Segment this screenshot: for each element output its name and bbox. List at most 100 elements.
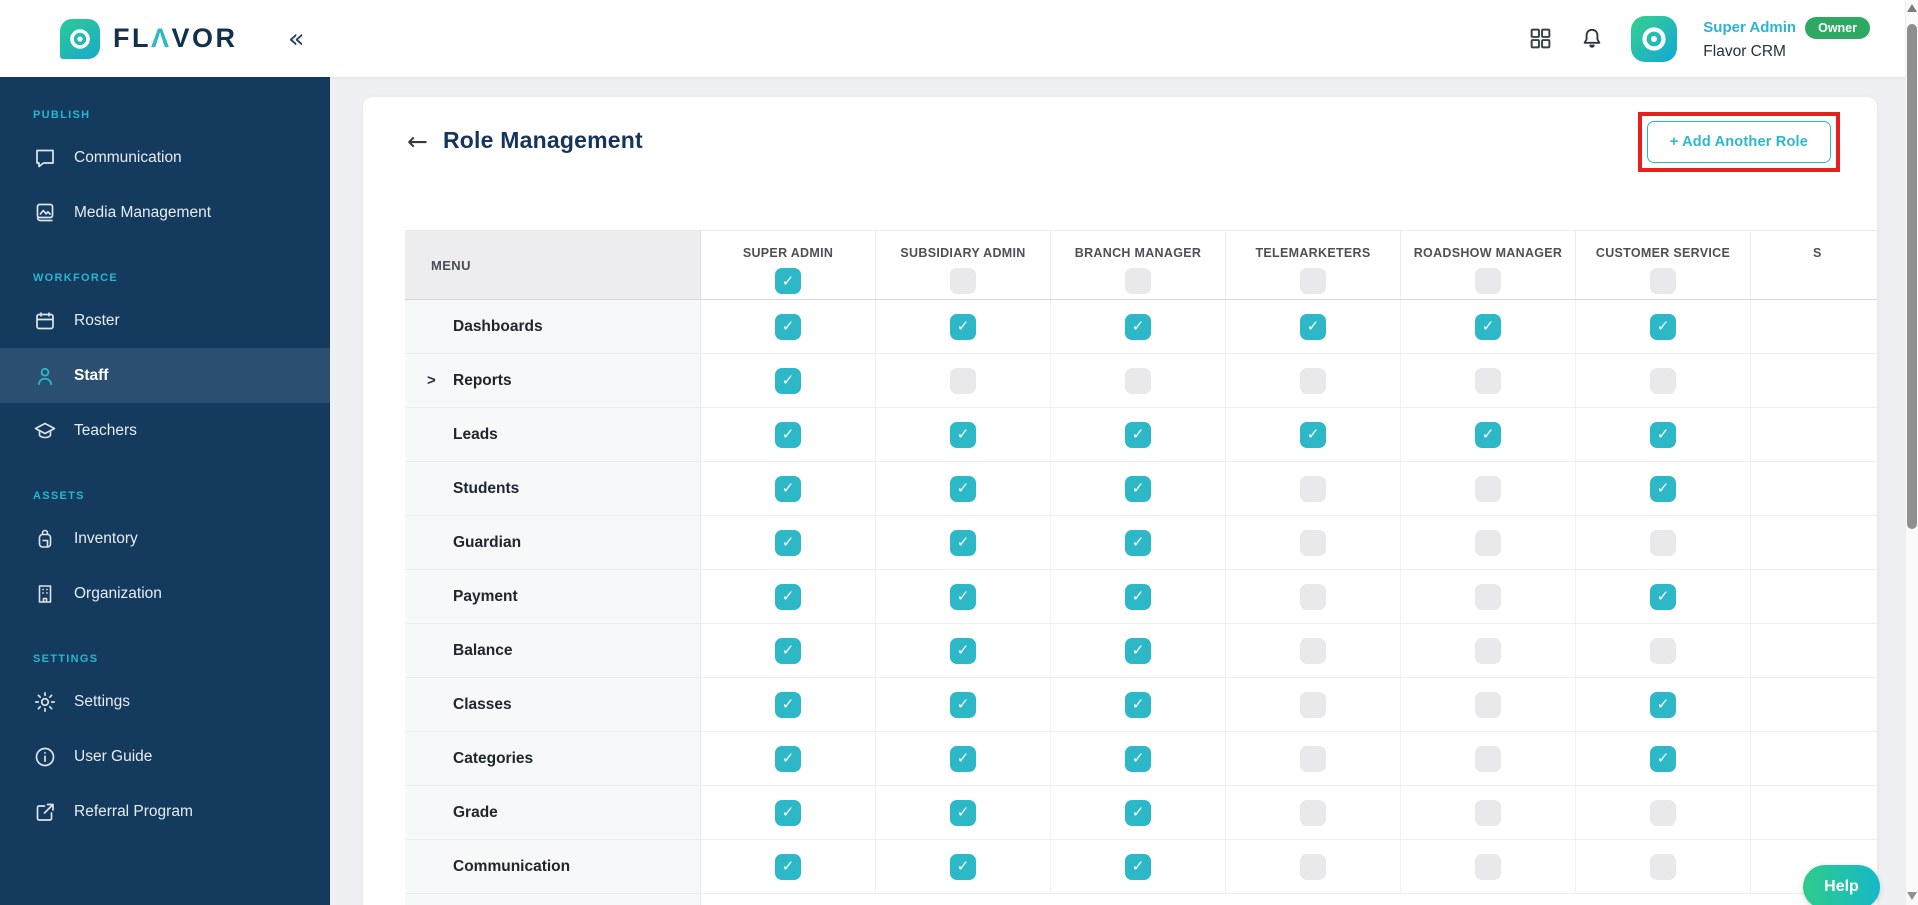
column-select-checkbox[interactable]: ✓ [775, 268, 801, 294]
permission-checkbox[interactable] [1650, 367, 1676, 394]
permission-checkbox[interactable]: ✓ [950, 637, 976, 664]
permission-checkbox[interactable] [1475, 745, 1501, 772]
permission-checkbox[interactable]: ✓ [1125, 799, 1151, 826]
permission-checkbox[interactable]: ✓ [950, 529, 976, 556]
main-content: ← Role Management + Add Another Role MEN… [330, 77, 1905, 905]
permission-checkbox[interactable]: ✓ [775, 637, 801, 664]
permission-checkbox[interactable]: ✓ [775, 421, 801, 448]
permission-cell: ✓ [876, 840, 1051, 893]
permission-checkbox[interactable]: ✓ [1125, 529, 1151, 556]
sidebar-collapse-icon[interactable]: « [288, 25, 305, 52]
permission-checkbox[interactable]: ✓ [1475, 421, 1501, 448]
permission-checkbox[interactable] [1300, 745, 1326, 772]
permission-checkbox[interactable] [1475, 637, 1501, 664]
permission-checkbox[interactable] [950, 367, 976, 394]
org-avatar[interactable] [1631, 15, 1678, 62]
sidebar-item-inventory[interactable]: Inventory [0, 511, 330, 566]
sidebar-item-roster[interactable]: Roster [0, 293, 330, 348]
sidebar-item-settings[interactable]: Settings [0, 674, 330, 729]
permission-checkbox[interactable]: ✓ [1475, 313, 1501, 340]
scrollbar-down-arrow[interactable] [1907, 892, 1917, 900]
permission-checkbox[interactable]: ✓ [1125, 583, 1151, 610]
permission-checkbox[interactable]: ✓ [1125, 691, 1151, 718]
sidebar-section-settings: SETTINGS Settings User Guide Referral Progr… [0, 633, 330, 839]
permission-checkbox[interactable] [1650, 637, 1676, 664]
permission-checkbox[interactable]: ✓ [950, 799, 976, 826]
help-button[interactable]: Help [1803, 865, 1880, 905]
permission-checkbox[interactable] [1650, 799, 1676, 826]
sidebar-item-staff[interactable]: Staff [0, 348, 330, 403]
sidebar-item-communication[interactable]: Communication [0, 130, 330, 185]
permission-checkbox[interactable]: ✓ [775, 475, 801, 502]
back-arrow-icon[interactable]: ← [407, 127, 428, 156]
permission-checkbox[interactable]: ✓ [1125, 475, 1151, 502]
permission-checkbox[interactable]: ✓ [1650, 583, 1676, 610]
permission-checkbox[interactable] [1300, 799, 1326, 826]
sidebar-item-teachers[interactable]: Teachers [0, 403, 330, 458]
permission-checkbox[interactable] [1300, 583, 1326, 610]
expand-chevron-icon[interactable]: > [427, 372, 436, 389]
add-another-role-button[interactable]: + Add Another Role [1646, 121, 1831, 163]
permission-checkbox[interactable]: ✓ [950, 421, 976, 448]
permission-checkbox[interactable] [1300, 853, 1326, 880]
brand-wordmark: FLΛVOR [113, 23, 238, 54]
column-select-checkbox[interactable] [950, 268, 976, 294]
permission-checkbox[interactable] [1650, 853, 1676, 880]
permission-checkbox[interactable]: ✓ [1125, 637, 1151, 664]
permission-checkbox[interactable]: ✓ [775, 745, 801, 772]
sidebar-item-organization[interactable]: Organization [0, 566, 330, 621]
permission-checkbox[interactable] [1300, 637, 1326, 664]
permission-checkbox[interactable] [1475, 475, 1501, 502]
permission-checkbox[interactable]: ✓ [775, 583, 801, 610]
permission-checkbox[interactable]: ✓ [950, 583, 976, 610]
column-select-checkbox[interactable] [1125, 268, 1151, 294]
scrollbar-up-arrow[interactable] [1907, 4, 1917, 12]
permission-checkbox[interactable] [1300, 691, 1326, 718]
permission-checkbox[interactable] [1300, 475, 1326, 502]
permission-checkbox[interactable] [1475, 691, 1501, 718]
permission-checkbox[interactable] [1650, 529, 1676, 556]
permission-checkbox[interactable]: ✓ [1650, 475, 1676, 502]
notification-bell-icon[interactable] [1579, 26, 1605, 52]
permission-checkbox[interactable] [1475, 799, 1501, 826]
permission-checkbox[interactable] [1475, 583, 1501, 610]
permission-checkbox[interactable]: ✓ [1300, 313, 1326, 340]
clipped-cell [1751, 786, 1877, 839]
permission-checkbox[interactable]: ✓ [1650, 745, 1676, 772]
scrollbar-thumb[interactable] [1907, 24, 1917, 529]
permission-checkbox[interactable] [1475, 853, 1501, 880]
permission-checkbox[interactable]: ✓ [1300, 421, 1326, 448]
permission-checkbox[interactable]: ✓ [775, 799, 801, 826]
permission-checkbox[interactable]: ✓ [1125, 313, 1151, 340]
sidebar-item-referral-program[interactable]: Referral Program [0, 784, 330, 839]
permission-checkbox[interactable]: ✓ [950, 313, 976, 340]
sidebar-item-label: Referral Program [74, 802, 193, 820]
apps-grid-icon[interactable] [1528, 26, 1553, 51]
permission-checkbox[interactable]: ✓ [950, 691, 976, 718]
sidebar-item-user-guide[interactable]: User Guide [0, 729, 330, 784]
permission-checkbox[interactable]: ✓ [950, 475, 976, 502]
sidebar-item-media-management[interactable]: Media Management [0, 185, 330, 240]
permission-checkbox[interactable] [1300, 529, 1326, 556]
permission-checkbox[interactable] [1475, 367, 1501, 394]
permission-checkbox[interactable]: ✓ [775, 853, 801, 880]
column-select-checkbox[interactable] [1300, 268, 1326, 294]
permission-checkbox[interactable]: ✓ [775, 529, 801, 556]
permission-checkbox[interactable] [1475, 529, 1501, 556]
permission-checkbox[interactable]: ✓ [1125, 853, 1151, 880]
permission-checkbox[interactable]: ✓ [950, 745, 976, 772]
column-select-checkbox[interactable] [1475, 268, 1501, 294]
permission-checkbox[interactable]: ✓ [775, 691, 801, 718]
page-scrollbar[interactable] [1905, 0, 1918, 905]
permission-checkbox[interactable] [1125, 367, 1151, 394]
permission-checkbox[interactable]: ✓ [1650, 313, 1676, 340]
permission-checkbox[interactable]: ✓ [950, 853, 976, 880]
permission-checkbox[interactable]: ✓ [1650, 691, 1676, 718]
column-select-checkbox[interactable] [1650, 268, 1676, 294]
permission-checkbox[interactable]: ✓ [775, 367, 801, 394]
permission-checkbox[interactable]: ✓ [1650, 421, 1676, 448]
permission-checkbox[interactable]: ✓ [1125, 745, 1151, 772]
permission-checkbox[interactable] [1300, 367, 1326, 394]
permission-checkbox[interactable]: ✓ [775, 313, 801, 340]
permission-checkbox[interactable]: ✓ [1125, 421, 1151, 448]
